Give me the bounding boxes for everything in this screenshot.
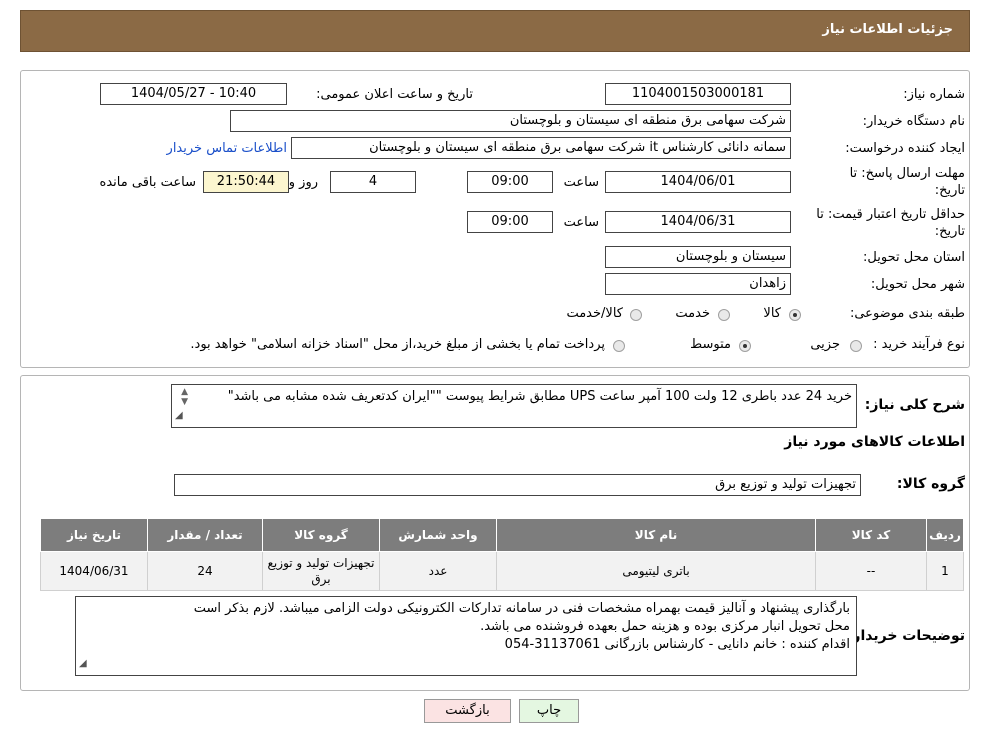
deadline-time-field: 09:00 [467, 171, 553, 193]
category-option-service: خدمت [675, 306, 710, 321]
cell-item-name: باتری لیتیومی [496, 551, 816, 591]
goods-table-header: ردیف کد کالا نام کالا واحد شمارش گروه کا… [40, 518, 964, 552]
cell-quantity: 24 [147, 551, 263, 591]
purchase-radio-minor[interactable] [850, 340, 862, 352]
need-number-label: شماره نیاز: [903, 87, 965, 102]
deadline-time-label: ساعت [563, 175, 599, 190]
price-validity-label: حداقل تاریخ اعتبار قیمت: تا تاریخ: [816, 207, 965, 239]
cell-need-date: 1404/06/31 [40, 551, 148, 591]
buyer-notes-line-3: اقدام کننده : خانم دانایی - کارشناس بازر… [504, 637, 850, 652]
col-item-name: نام کالا [496, 518, 816, 552]
col-need-date: تاریخ نیاز [40, 518, 148, 552]
price-validity-time-field: 09:00 [467, 211, 553, 233]
page-title: جزئیات اطلاعات نیاز [822, 22, 953, 37]
description-text: خرید 24 عدد باطری 12 ولت 100 آمپر ساعت U… [227, 389, 852, 404]
description-label: شرح کلی نیاز: [864, 397, 965, 413]
goods-group-field: تجهیزات تولید و توزیع برق [174, 474, 861, 496]
col-item-group: گروه کالا [262, 518, 380, 552]
print-button[interactable]: چاپ [519, 699, 579, 723]
category-option-goods: کالا [763, 306, 781, 321]
purchase-treasury-note: پرداخت تمام یا بخشی از مبلغ خرید،از محل … [190, 337, 605, 352]
col-unit: واحد شمارش [379, 518, 497, 552]
table-row: 1 -- باتری لیتیومی عدد تجهیزات تولید و ت… [40, 551, 964, 591]
deadline-date-field: 1404/06/01 [605, 171, 791, 193]
goods-table: ردیف کد کالا نام کالا واحد شمارش گروه کا… [40, 518, 964, 591]
category-option-goods-service: کالا/خدمت [566, 306, 623, 321]
goods-group-label: گروه کالا: [896, 476, 965, 492]
buyer-notes-textarea[interactable]: بارگذاری پیشنهاد و آنالیز قیمت بهمراه مش… [75, 596, 857, 676]
cell-row-number: 1 [926, 551, 964, 591]
creator-label: ایجاد کننده درخواست: [845, 141, 965, 156]
purchase-option-medium: متوسط [690, 337, 731, 352]
announce-datetime-field: 1404/05/27 - 10:40 [100, 83, 287, 105]
cell-item-code: -- [815, 551, 927, 591]
cell-item-group: تجهیزات تولید و توزیع برق [262, 551, 380, 591]
cell-unit: عدد [379, 551, 497, 591]
province-field: سیستان و بلوچستان [605, 246, 791, 268]
price-validity-time-label: ساعت [563, 215, 599, 230]
purchase-type-label: نوع فرآیند خرید : [873, 337, 965, 352]
days-label: روز و [288, 175, 318, 190]
need-number-field: 1104001503000181 [605, 83, 791, 105]
buyer-org-field: شرکت سهامی برق منطقه ای سیستان و بلوچستا… [230, 110, 791, 132]
announce-datetime-label: تاریخ و ساعت اعلان عمومی: [316, 87, 473, 102]
creator-field: سمانه دانائی کارشناس it شرکت سهامی برق م… [291, 137, 791, 159]
buyer-contact-link[interactable]: اطلاعات تماس خریدار [167, 141, 287, 156]
province-label: استان محل تحویل: [863, 250, 965, 265]
time-remaining-field: 21:50:44 [203, 171, 289, 193]
buyer-notes-line-1: بارگذاری پیشنهاد و آنالیز قیمت بهمراه مش… [193, 601, 850, 616]
col-quantity: تعداد / مقدار [147, 518, 263, 552]
city-field: زاهدان [605, 273, 791, 295]
buyer-org-label: نام دستگاه خریدار: [862, 114, 965, 129]
category-radio-service[interactable] [718, 309, 730, 321]
category-label: طبقه بندی موضوعی: [849, 306, 965, 321]
days-remaining-field: 4 [330, 171, 416, 193]
purchase-radio-treasury[interactable] [613, 340, 625, 352]
price-validity-date-field: 1404/06/31 [605, 211, 791, 233]
back-button[interactable]: بازگشت [424, 699, 511, 723]
resize-grip-icon[interactable]: ◢ [79, 655, 87, 673]
resize-grip-icon[interactable]: ◢ [175, 406, 183, 425]
goods-section-title: اطلاعات کالاهای مورد نیاز [784, 434, 965, 450]
category-radio-goods[interactable] [789, 309, 801, 321]
description-textarea[interactable]: خرید 24 عدد باطری 12 ولت 100 آمپر ساعت U… [171, 384, 857, 428]
purchase-option-minor: جزیی [810, 337, 840, 352]
category-radio-goods-service[interactable] [630, 309, 642, 321]
buyer-notes-label: توضیحات خریدار: [846, 628, 965, 644]
city-label: شهر محل تحویل: [870, 277, 965, 292]
page-header: جزئیات اطلاعات نیاز [20, 10, 970, 52]
col-row-number: ردیف [926, 518, 964, 552]
buyer-notes-line-2: محل تحویل انبار مرکزی بوده و هزینه حمل ب… [480, 619, 850, 634]
time-remaining-label: ساعت باقی مانده [99, 175, 196, 190]
col-item-code: کد کالا [815, 518, 927, 552]
description-scroll-arrows-icon[interactable]: ▲ ▼ [174, 387, 188, 407]
purchase-radio-medium[interactable] [739, 340, 751, 352]
deadline-label: مهلت ارسال پاسخ: تا تاریخ: [849, 166, 965, 198]
